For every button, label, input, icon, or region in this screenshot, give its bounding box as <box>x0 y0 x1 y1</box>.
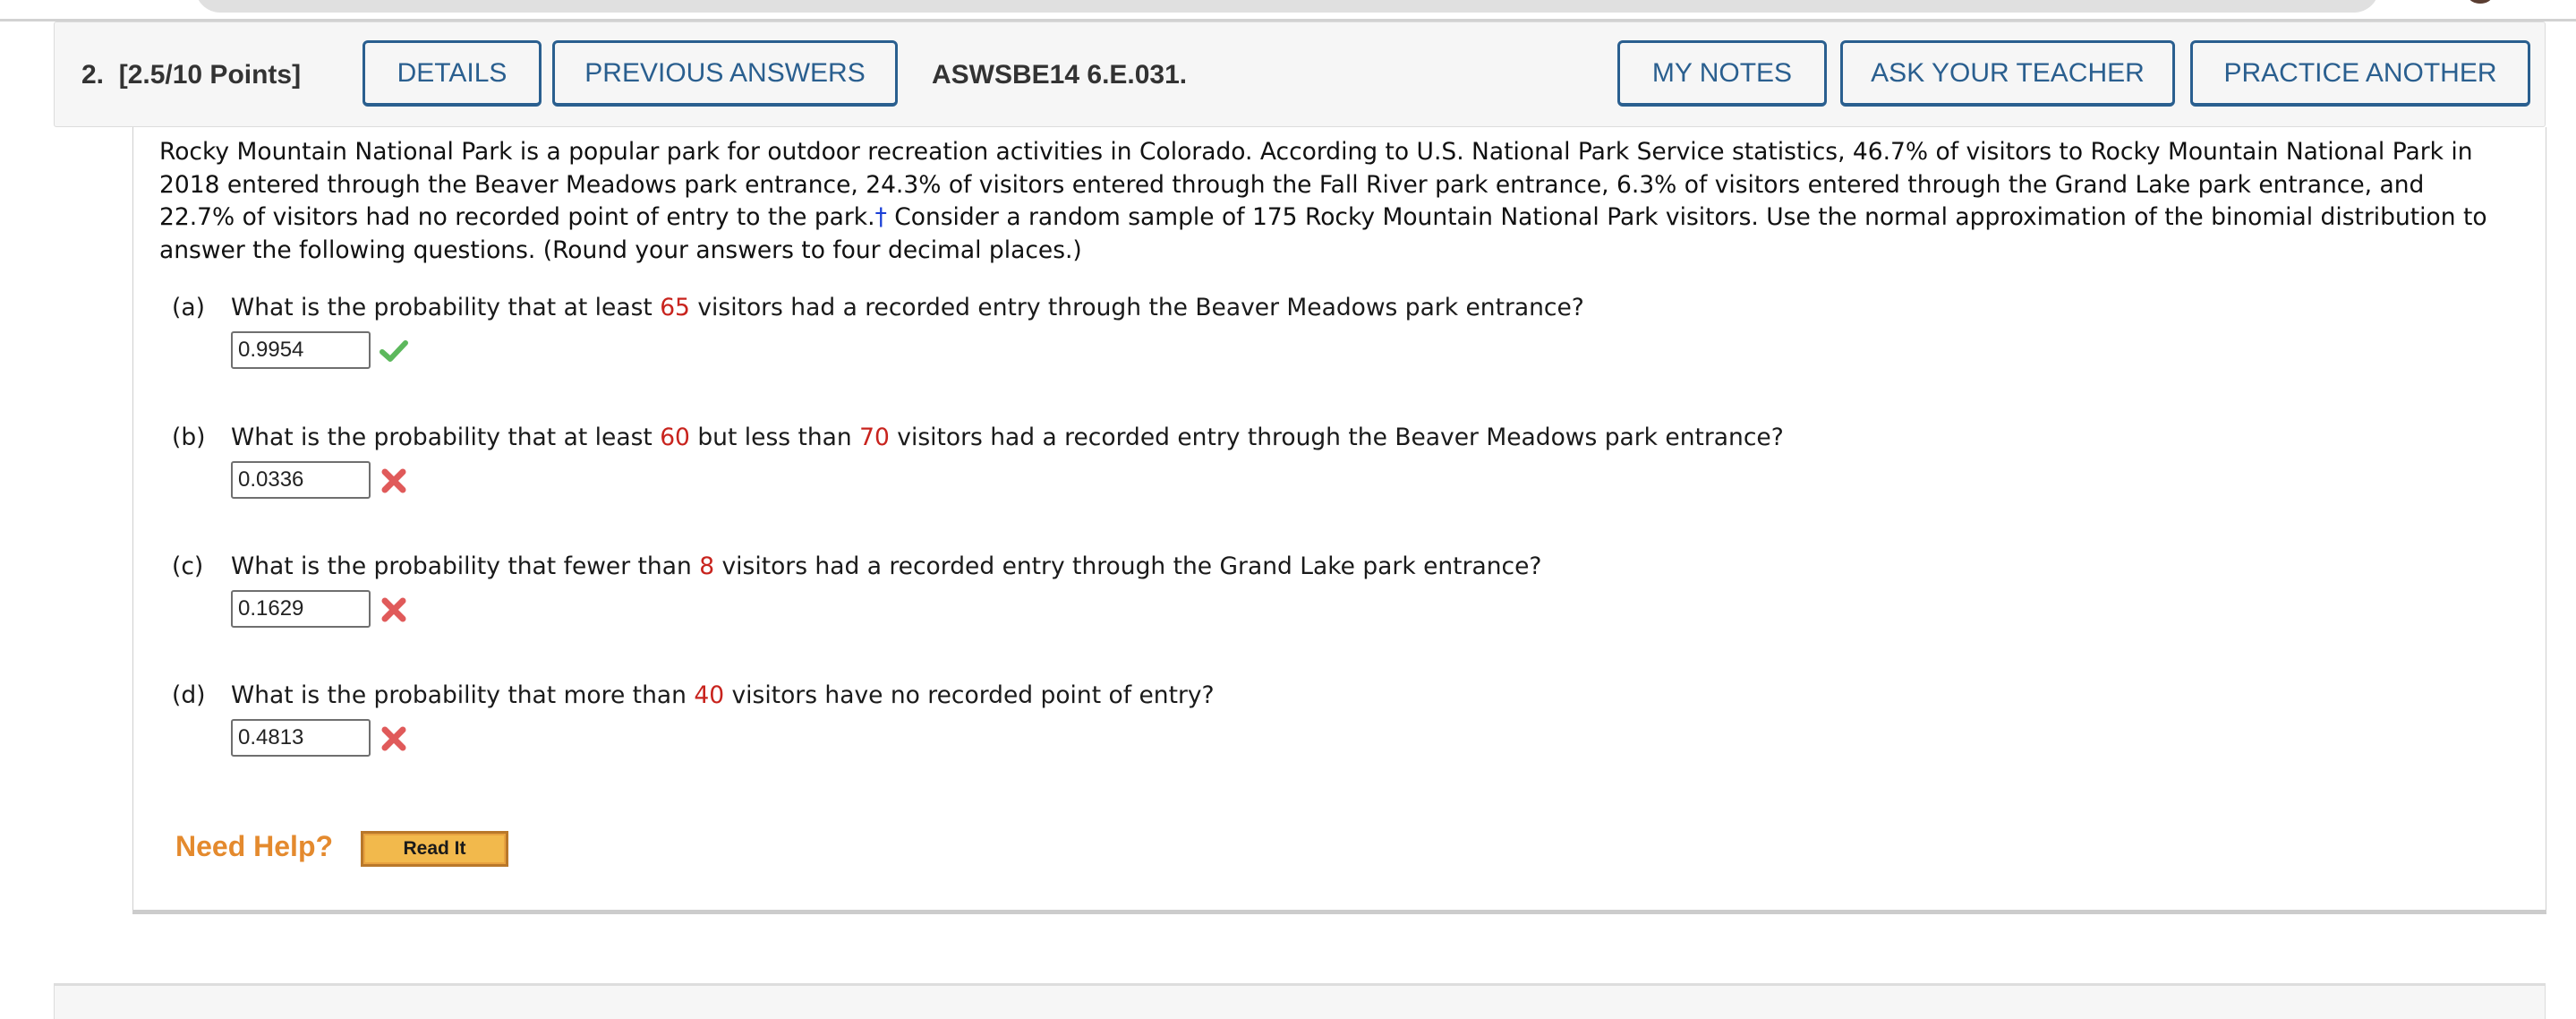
browser-top-bar <box>195 0 2379 13</box>
answer-input-b[interactable] <box>231 461 371 499</box>
highlighted-value: 65 <box>660 294 690 321</box>
question-text: What is the probability that fewer than <box>231 552 700 580</box>
previous-answers-button[interactable]: PREVIOUS ANSWERS <box>552 40 898 107</box>
incorrect-x-icon <box>381 597 406 622</box>
highlighted-value: 8 <box>699 552 715 580</box>
question-text: visitors have no recorded point of entry… <box>724 681 1215 709</box>
details-button[interactable]: DETAILS <box>363 40 542 107</box>
question-number: 2. <box>81 60 105 90</box>
question-header: 2. [2.5/10 Points] DETAILS PREVIOUS ANSW… <box>54 21 2546 127</box>
question-text: What is the probability that more than <box>231 681 695 709</box>
question-body: Rocky Mountain National Park is a popula… <box>132 127 2546 914</box>
next-question-header <box>54 983 2546 1019</box>
part-question: What is the probability that at least 65… <box>231 292 1584 324</box>
ask-your-teacher-button[interactable]: ASK YOUR TEACHER <box>1840 40 2175 107</box>
question-text: visitors had a recorded entry through th… <box>889 424 1784 451</box>
read-it-button[interactable]: Read It <box>361 831 508 867</box>
answer-input-c[interactable] <box>231 590 371 628</box>
answer-input-d[interactable] <box>231 719 371 757</box>
profile-avatar[interactable] <box>2469 0 2492 4</box>
incorrect-x-icon <box>381 468 406 493</box>
question-text: What is the probability that at least <box>231 424 661 451</box>
part-label: (d) <box>172 681 206 709</box>
question-text: but less than <box>689 424 860 451</box>
part-question: What is the probability that fewer than … <box>231 551 1541 583</box>
part-label: (b) <box>172 424 206 451</box>
question-number-and-points: 2. [2.5/10 Points] <box>81 22 301 128</box>
correct-checkmark-icon <box>380 340 408 362</box>
question-text: visitors had a recorded entry through th… <box>689 294 1584 321</box>
practice-another-button[interactable]: PRACTICE ANOTHER <box>2190 40 2530 107</box>
my-notes-button[interactable]: MY NOTES <box>1617 40 1827 107</box>
part-label: (a) <box>172 294 205 321</box>
highlighted-value: 70 <box>859 424 890 451</box>
question-text: What is the probability that at least <box>231 294 661 321</box>
question-text: visitors had a recorded entry through th… <box>714 552 1542 580</box>
problem-statement: Rocky Mountain National Park is a popula… <box>159 136 2504 267</box>
question-points: [2.5/10 Points] <box>118 60 302 90</box>
problem-code: ASWSBE14 6.E.031. <box>932 60 1188 90</box>
part-question: What is the probability that at least 60… <box>231 422 1784 454</box>
incorrect-x-icon <box>381 726 406 751</box>
answer-input-a[interactable] <box>231 331 371 369</box>
highlighted-value: 40 <box>694 681 725 709</box>
need-help-label: Need Help? <box>175 830 334 862</box>
part-label: (c) <box>172 552 204 580</box>
footnote-dagger-link[interactable]: † <box>875 203 887 231</box>
part-question: What is the probability that more than 4… <box>231 680 1215 712</box>
highlighted-value: 60 <box>660 424 690 451</box>
